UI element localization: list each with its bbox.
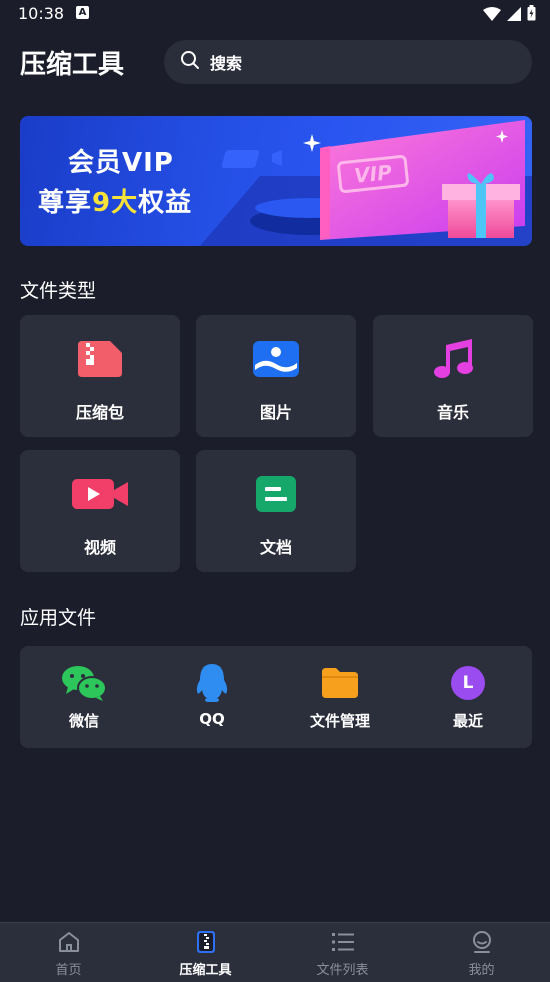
app-item-qq[interactable]: QQ: [148, 646, 276, 748]
tile-image[interactable]: 图片: [196, 315, 356, 437]
search-placeholder: 搜索: [210, 54, 243, 73]
nav-label: 首页: [55, 963, 82, 978]
tile-label: 音乐: [436, 403, 469, 422]
app-item-recent[interactable]: L 最近: [404, 646, 532, 748]
signal-icon: [507, 6, 521, 25]
tile-label: 文档: [259, 538, 292, 557]
search-input[interactable]: 搜索: [164, 40, 532, 84]
banner-subline: 尊享9大权益: [38, 182, 192, 219]
zip-tool-icon: [193, 929, 219, 955]
banner-subline-prefix: 尊享: [38, 188, 93, 218]
tile-label: 视频: [83, 538, 116, 557]
document-icon: [253, 474, 299, 514]
banner-headline: 会员VIP: [68, 148, 174, 178]
nav-label: 压缩工具: [179, 963, 232, 978]
tile-zip[interactable]: 压缩包: [20, 315, 180, 437]
tile-label: 压缩包: [75, 403, 124, 422]
app-label: 文件管理: [309, 712, 370, 730]
list-icon: [330, 929, 356, 955]
qq-penguin-icon: [190, 664, 234, 702]
nav-item-home[interactable]: 首页: [0, 923, 137, 982]
bottom-nav: 首页 压缩工具 文件列表 我的: [0, 922, 550, 982]
status-time: 10:38: [18, 4, 65, 23]
status-bar: 10:38 A: [0, 0, 550, 28]
recent-l-icon: L: [446, 664, 490, 702]
app-item-wechat[interactable]: 微信: [20, 646, 148, 748]
tile-document[interactable]: 文档: [196, 450, 356, 572]
app-label: 微信: [68, 712, 99, 730]
music-note-icon: [430, 339, 476, 379]
app-label: QQ: [199, 710, 225, 728]
battery-icon: [527, 5, 536, 25]
page-title: 压缩工具: [20, 50, 125, 80]
nav-label: 文件列表: [316, 963, 369, 978]
section-title-file-types: 文件类型: [20, 280, 97, 302]
banner-subline-highlight: 9大: [92, 188, 139, 218]
wifi-icon: [483, 6, 501, 25]
tile-music[interactable]: 音乐: [373, 315, 533, 437]
section-title-app-files: 应用文件: [20, 607, 97, 629]
status-icons: [483, 5, 536, 25]
profile-icon: [469, 929, 495, 955]
zip-file-icon: [77, 339, 123, 379]
vip-banner[interactable]: 会员VIP 尊享9大权益 VIP: [20, 116, 532, 246]
search-icon: [180, 50, 200, 74]
home-icon: [56, 929, 82, 955]
nav-item-profile[interactable]: 我的: [413, 923, 550, 982]
nav-item-zip-tool[interactable]: 压缩工具: [137, 923, 274, 982]
app-label: 最近: [452, 712, 483, 730]
tile-label: 图片: [259, 403, 292, 422]
recent-glyph: L: [451, 666, 485, 700]
video-camera-icon: [72, 474, 128, 514]
nav-label: 我的: [468, 963, 495, 978]
wechat-icon: [62, 664, 106, 702]
notification-badge: A: [76, 6, 89, 19]
tile-video[interactable]: 视频: [20, 450, 180, 572]
banner-decoration: [200, 120, 532, 246]
app-files-panel: 微信 QQ 文件管理 L 最近: [20, 646, 532, 748]
nav-item-file-list[interactable]: 文件列表: [274, 923, 411, 982]
folder-icon: [318, 664, 362, 702]
app-item-file-manager[interactable]: 文件管理: [276, 646, 404, 748]
image-icon: [253, 339, 299, 379]
banner-subline-suffix: 权益: [138, 188, 193, 218]
